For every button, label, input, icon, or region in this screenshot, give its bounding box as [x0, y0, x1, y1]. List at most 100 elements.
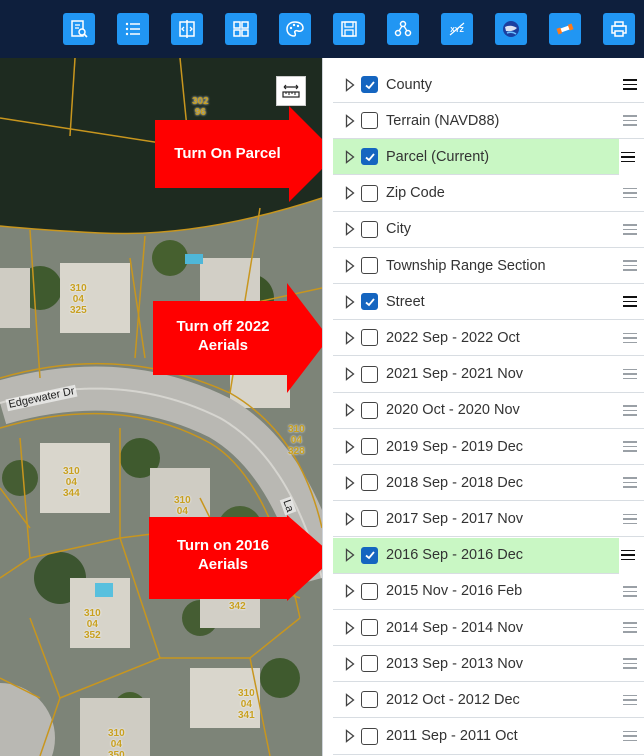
share-button[interactable]: [387, 13, 419, 45]
expand-triangle-icon[interactable]: [345, 620, 357, 635]
grid-button[interactable]: [225, 13, 257, 45]
layer-checkbox[interactable]: [361, 438, 378, 455]
measure-button[interactable]: [276, 76, 306, 106]
expand-triangle-icon[interactable]: [345, 77, 357, 92]
layer-row[interactable]: 2021 Sep - 2021 Nov: [333, 357, 644, 393]
layer-row[interactable]: 2014 Sep - 2014 Nov: [333, 610, 644, 646]
expand-triangle-icon[interactable]: [345, 548, 357, 562]
expand-triangle-icon[interactable]: [345, 403, 357, 418]
layer-checkbox[interactable]: [361, 655, 378, 673]
drag-handle-icon[interactable]: [623, 404, 637, 416]
drag-handle-icon[interactable]: [623, 694, 637, 706]
drag-handle-icon[interactable]: [623, 368, 637, 380]
expand-triangle-icon[interactable]: [345, 258, 357, 273]
layer-checkbox[interactable]: [361, 582, 378, 600]
layer-row[interactable]: 2013 Sep - 2013 Nov: [333, 646, 644, 683]
drag-handle-icon[interactable]: [623, 658, 637, 670]
layer-row[interactable]: 2011 Sep - 2011 Oct: [333, 719, 644, 755]
layer-row[interactable]: 2017 Sep - 2017 Nov: [333, 501, 644, 538]
expand-triangle-icon[interactable]: [345, 331, 357, 345]
drag-handle-icon[interactable]: [623, 223, 637, 235]
layer-row[interactable]: 2020 Oct - 2020 Nov: [333, 393, 644, 429]
layer-checkbox[interactable]: [361, 293, 378, 311]
xyz-button[interactable]: XYZ: [441, 13, 473, 45]
drag-handle-icon[interactable]: [623, 332, 637, 344]
callout-parcel: Turn On Parcel: [155, 106, 345, 202]
palette-icon: [286, 21, 304, 37]
drag-handle-icon[interactable]: [623, 115, 637, 127]
layer-checkbox[interactable]: [361, 148, 378, 166]
expand-triangle-icon[interactable]: [345, 656, 357, 671]
drag-handle-icon[interactable]: [621, 549, 635, 561]
layer-row[interactable]: 2019 Sep - 2019 Dec: [333, 429, 644, 465]
expand-triangle-icon[interactable]: [345, 729, 357, 743]
palette-button[interactable]: [279, 13, 311, 45]
grid-icon: [233, 21, 249, 37]
layer-row[interactable]: Parcel (Current): [333, 139, 635, 176]
expand-triangle-icon[interactable]: [345, 150, 357, 164]
print-button[interactable]: [603, 13, 635, 45]
layer-checkbox[interactable]: [361, 220, 378, 238]
save-button[interactable]: [333, 13, 365, 45]
search-report-button[interactable]: [63, 13, 95, 45]
drag-handle-icon[interactable]: [623, 622, 637, 633]
expand-triangle-icon[interactable]: [345, 439, 357, 454]
layer-checkbox[interactable]: [361, 474, 378, 492]
parcel-label: 310 04 352: [84, 608, 101, 641]
layer-row[interactable]: Township Range Section: [333, 248, 644, 284]
layer-row[interactable]: 2016 Sep - 2016 Dec: [333, 537, 635, 574]
drag-handle-icon[interactable]: [623, 441, 637, 452]
layer-name: 2021 Sep - 2021 Nov: [386, 366, 524, 383]
drag-handle-icon[interactable]: [623, 260, 637, 271]
layer-row[interactable]: City: [333, 212, 644, 248]
layer-row[interactable]: Terrain (NAVD88): [333, 103, 644, 140]
layer-checkbox[interactable]: [361, 329, 378, 347]
expand-triangle-icon[interactable]: [345, 113, 357, 128]
drag-handle-icon[interactable]: [623, 187, 637, 199]
checkmark-icon: [364, 80, 375, 89]
layer-row[interactable]: 2022 Sep - 2022 Oct: [333, 320, 644, 357]
layer-row[interactable]: 2015 Nov - 2016 Feb: [333, 574, 644, 610]
layer-row[interactable]: Zip Code: [333, 176, 644, 212]
layer-checkbox[interactable]: [361, 401, 378, 419]
layer-row[interactable]: County: [333, 67, 644, 103]
layer-checkbox[interactable]: [361, 727, 378, 745]
drag-handle-icon[interactable]: [621, 151, 635, 163]
callout-2022-text: Turn off 2022 Aerials: [176, 318, 270, 354]
expand-triangle-icon[interactable]: [345, 512, 357, 526]
layer-row[interactable]: 2012 Oct - 2012 Dec: [333, 682, 644, 719]
layer-name: City: [386, 221, 411, 238]
layer-checkbox[interactable]: [361, 365, 378, 383]
list-button[interactable]: [117, 13, 149, 45]
expand-triangle-icon[interactable]: [345, 584, 357, 599]
globe-button[interactable]: [495, 13, 527, 45]
layer-checkbox[interactable]: [361, 112, 378, 130]
layer-checkbox[interactable]: [361, 257, 378, 274]
satellite-button[interactable]: [549, 13, 581, 45]
expand-triangle-icon[interactable]: [345, 367, 357, 381]
svg-text:XYZ: XYZ: [450, 27, 464, 34]
layer-checkbox[interactable]: [361, 76, 378, 93]
drag-handle-icon[interactable]: [623, 730, 637, 742]
expand-triangle-icon[interactable]: [345, 294, 357, 309]
layer-checkbox[interactable]: [361, 691, 378, 709]
layer-row[interactable]: 2018 Sep - 2018 Dec: [333, 465, 644, 502]
drag-handle-icon[interactable]: [623, 513, 637, 525]
layer-checkbox[interactable]: [361, 510, 378, 528]
drag-handle-icon[interactable]: [623, 477, 637, 489]
layer-checkbox[interactable]: [361, 546, 378, 564]
expand-triangle-icon[interactable]: [345, 186, 357, 200]
drag-handle-icon[interactable]: [623, 296, 637, 308]
layer-row[interactable]: Street: [333, 284, 644, 321]
compare-button[interactable]: [171, 13, 203, 45]
layer-checkbox[interactable]: [361, 619, 378, 636]
layer-name: Township Range Section: [386, 257, 546, 274]
expand-triangle-icon[interactable]: [345, 693, 357, 707]
layer-name: 2018 Sep - 2018 Dec: [386, 474, 524, 491]
drag-handle-icon[interactable]: [623, 585, 637, 597]
checkmark-icon: [364, 153, 375, 162]
drag-handle-icon[interactable]: [623, 79, 637, 90]
layer-checkbox[interactable]: [361, 184, 378, 202]
expand-triangle-icon[interactable]: [345, 222, 357, 237]
expand-triangle-icon[interactable]: [345, 475, 357, 490]
